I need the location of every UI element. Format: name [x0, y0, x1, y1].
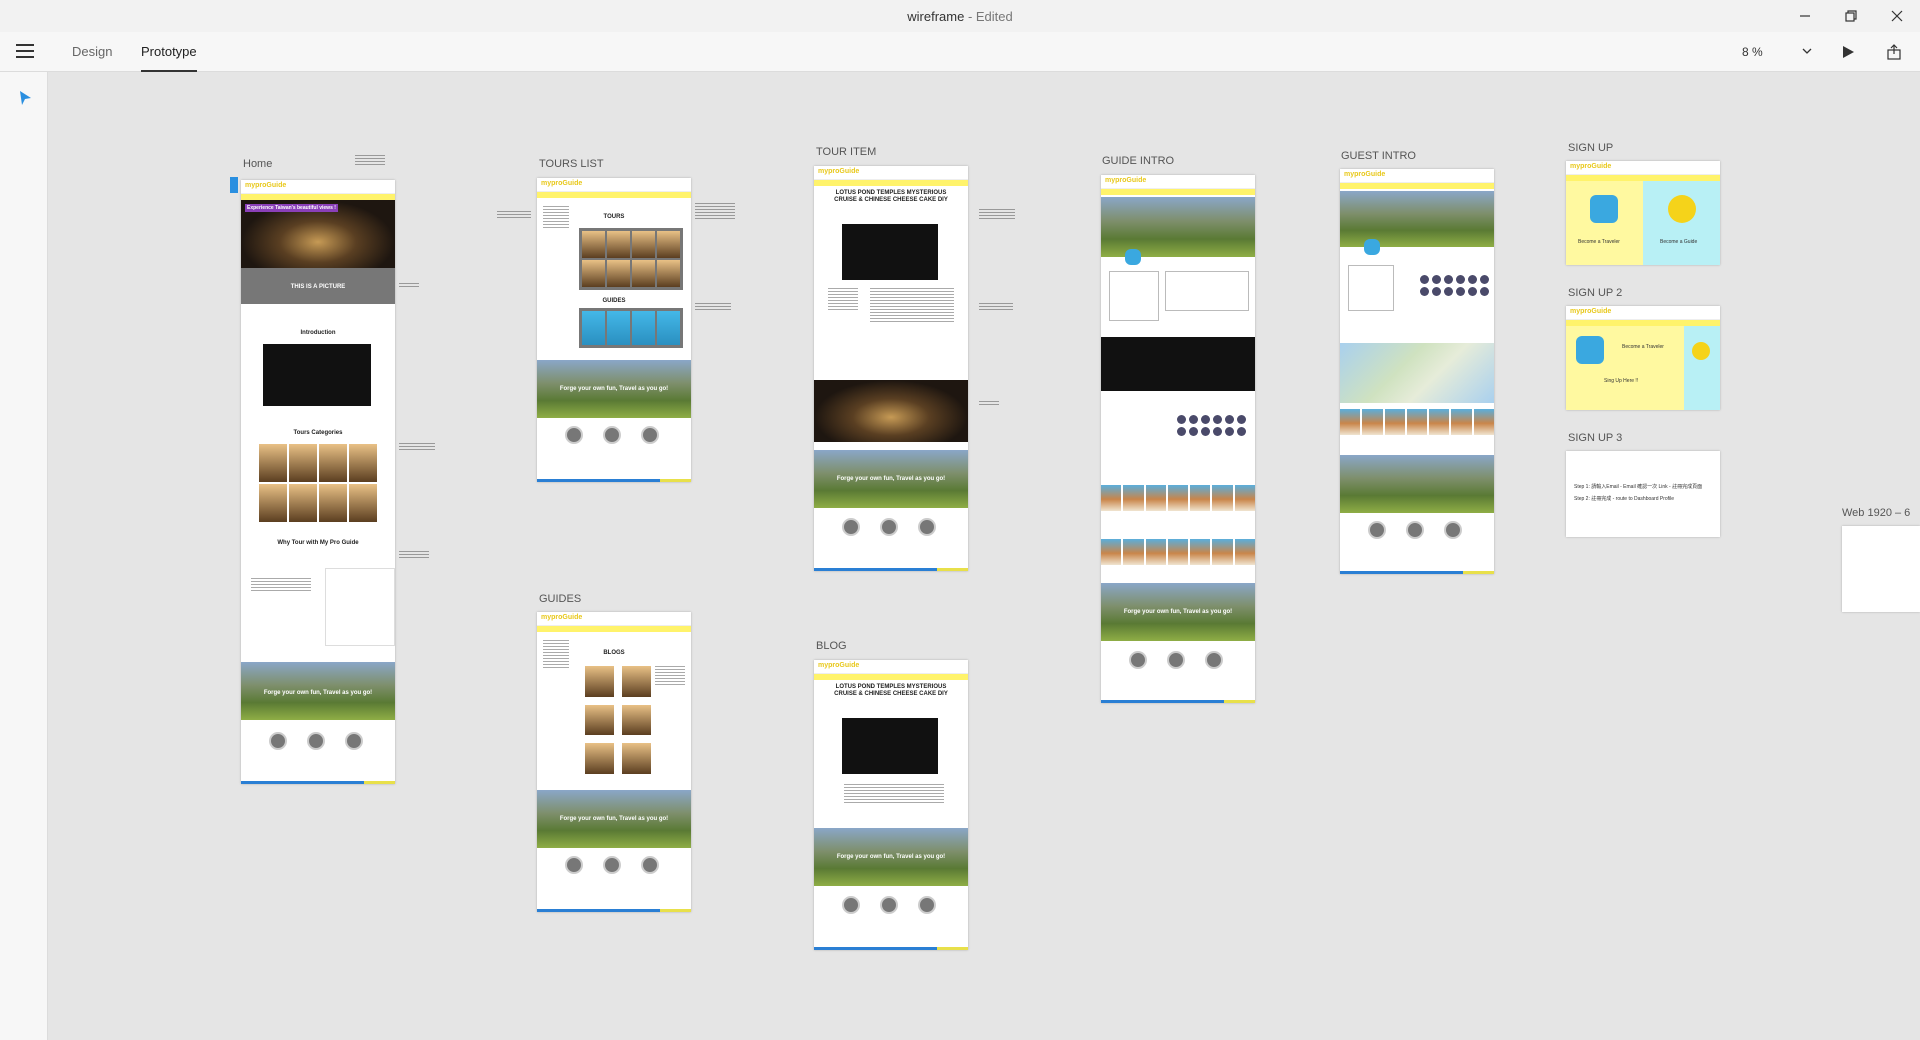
document-name: wireframe — [907, 8, 965, 24]
zoom-value: 8 % — [1742, 45, 1763, 59]
map-image[interactable] — [1340, 343, 1494, 403]
artboard-label-guide-intro[interactable]: GUIDE INTRO — [1102, 155, 1174, 167]
tab-design[interactable]: Design — [72, 32, 112, 72]
hamburger-menu-icon[interactable] — [16, 44, 34, 60]
artboard-label-sign-up[interactable]: SIGN UP — [1568, 142, 1613, 154]
tours-heading: TOURS — [603, 214, 625, 220]
tour-video[interactable] — [842, 224, 938, 280]
artboard-blog[interactable]: myproGuide LOTUS POND TEMPLES MYSTERIOUS… — [814, 660, 968, 950]
tab-prototype[interactable]: Prototype — [141, 32, 197, 72]
selection-handle — [230, 177, 238, 193]
artboard-home[interactable]: myproGuide Experience Taiwan's beautiful… — [241, 180, 395, 784]
artboard-label-tours-list[interactable]: TOURS LIST — [539, 158, 604, 170]
share-icon — [1887, 44, 1901, 60]
close-button[interactable] — [1874, 0, 1920, 32]
logo: myproGuide — [245, 182, 287, 189]
picture-label: THIS IS A PICTURE — [290, 284, 346, 290]
intro-video[interactable] — [263, 344, 371, 406]
minimize-icon — [1800, 15, 1810, 17]
design-canvas[interactable]: Home myproGuide Experience Taiwan's beau… — [49, 73, 1920, 1040]
select-tool-button[interactable] — [18, 90, 32, 111]
artboard-label-tour-item[interactable]: TOUR ITEM — [816, 146, 876, 158]
artboard-sign-up-2[interactable]: myproGuide Become a Traveler Sing Up Her… — [1566, 306, 1720, 410]
guides-grid — [579, 308, 683, 348]
artboard-label-guest-intro[interactable]: GUEST INTRO — [1341, 150, 1416, 162]
tours-grid — [579, 228, 683, 290]
artboard-label-sign-up-2[interactable]: SIGN UP 2 — [1568, 287, 1622, 299]
artboard-sign-up[interactable]: myproGuide Become a Traveler Become a Gu… — [1566, 161, 1720, 265]
zoom-select[interactable]: 8 % — [1742, 42, 1812, 62]
artboard-label-sign-up-3[interactable]: SIGN UP 3 — [1568, 432, 1622, 444]
artboard-tours-list[interactable]: myproGuide TOURS GUIDES Forge your own f… — [537, 178, 691, 482]
tour-item-title: LOTUS POND TEMPLES MYSTERIOUS CRUISE & C… — [834, 190, 948, 203]
chevron-down-icon — [1802, 48, 1812, 54]
artboard-sign-up-3[interactable]: Step 1: 請輸入Email - Email 確認一次 Link - 註冊完… — [1566, 451, 1720, 537]
window-title-bar: wireframe - Edited — [0, 0, 1920, 32]
share-button[interactable] — [1884, 42, 1904, 62]
intro-heading: Introduction — [300, 330, 336, 336]
window-controls — [1782, 0, 1920, 32]
why-heading: Why Tour with My Pro Guide — [277, 540, 359, 546]
app-toolbar: Design Prototype 8 % — [0, 32, 1920, 72]
pointer-icon — [20, 91, 31, 105]
artboard-tour-item[interactable]: myproGuide LOTUS POND TEMPLES MYSTERIOUS… — [814, 166, 968, 571]
artboard-guide-intro[interactable]: myproGuide Forge your own fun, Travel as… — [1101, 175, 1255, 703]
tool-sidebar — [0, 72, 48, 1040]
hero-headline: Experience Taiwan's beautiful views ! — [245, 204, 338, 212]
restore-icon — [1845, 10, 1857, 22]
artboard-label-web[interactable]: Web 1920 – 6 — [1842, 507, 1910, 519]
blog-list-heading: BLOGS — [603, 650, 625, 656]
artboard-label-blog[interactable]: BLOG — [816, 640, 847, 652]
guides-heading: GUIDES — [602, 298, 626, 304]
minimize-button[interactable] — [1782, 0, 1828, 32]
categories-heading: Tours Categories — [293, 430, 343, 436]
artboard-guest-intro[interactable]: myproGuide — [1340, 169, 1494, 574]
artboard-guides[interactable]: myproGuide BLOGS Forge your own fun, Tra… — [537, 612, 691, 912]
slogan-text: Forge your own fun, Travel as you go! — [263, 690, 373, 696]
play-button[interactable] — [1838, 42, 1858, 62]
restore-button[interactable] — [1828, 0, 1874, 32]
close-icon — [1891, 10, 1903, 22]
play-icon — [1843, 46, 1854, 58]
artboard-web[interactable] — [1842, 526, 1920, 612]
document-status: - Edited — [964, 8, 1013, 24]
artboard-label-guides[interactable]: GUIDES — [539, 593, 581, 605]
category-grid — [259, 444, 377, 522]
window-title: wireframe - Edited — [907, 9, 1013, 24]
artboard-label-home[interactable]: Home — [243, 158, 272, 170]
